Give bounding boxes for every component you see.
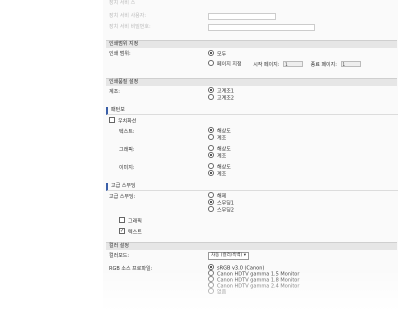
radio-icon	[208, 60, 214, 66]
option-label: 해상도	[217, 146, 231, 153]
graphic-gradation-radio[interactable]: 계조	[208, 152, 227, 160]
radio-selected-icon	[208, 170, 214, 176]
device-user-input[interactable]	[208, 13, 276, 20]
option-label: 계조	[217, 135, 227, 142]
print-settings-panel: 장치 서비 스 장치 서비 사용자: 장치 서비 비밀번호: 인쇄범위 지정 인…	[103, 0, 398, 309]
image-gradation-radio[interactable]: 계조	[208, 170, 227, 178]
quality-section-header: 인쇄품질 설정	[106, 78, 397, 86]
end-page-input[interactable]: 1	[340, 61, 361, 67]
range-all-radio[interactable]: 모두	[208, 50, 227, 58]
smoothing-checkbox[interactable]: 우치화선	[109, 117, 137, 125]
radio-icon	[208, 94, 214, 100]
option-label: 계조	[217, 153, 227, 160]
range-all-label: 모두	[217, 51, 227, 58]
text-checkbox[interactable]: ✓ 텍스트	[119, 228, 142, 236]
option-label: 해제	[217, 193, 227, 200]
radio-icon	[208, 134, 214, 140]
option-label: 없음	[217, 289, 227, 296]
radio-selected-icon	[208, 152, 214, 158]
radio-icon	[208, 206, 214, 212]
advanced-smoothing-subsection-header: 고급 스무딩	[106, 183, 398, 191]
option-label: 해상도	[217, 128, 231, 135]
device-user-label: 장치 서비 사용자:	[109, 13, 147, 19]
range-pages-label: 페이지 지정	[217, 61, 242, 68]
start-page-label: 시작 페이지:	[253, 61, 280, 68]
device-password-input[interactable]	[208, 24, 315, 31]
start-page-input[interactable]: 1	[283, 61, 304, 67]
graphic-checkbox[interactable]: 그래픽	[119, 217, 142, 225]
option-label: 스무딩1	[217, 200, 234, 207]
gradation-label: 계조:	[109, 89, 120, 95]
advanced-smoothing2-radio[interactable]: 스무딩2	[208, 206, 234, 214]
radio-icon	[208, 288, 214, 294]
device-password-label: 장치 서비 비밀번호:	[109, 24, 151, 30]
advanced-smoothing-label: 고급 스무딩:	[109, 194, 136, 200]
start-page-value: 1	[285, 62, 288, 67]
print-range-section-header: 인쇄범위 지정	[106, 40, 397, 48]
text-checkbox-label: 텍스트	[128, 229, 142, 236]
graphic-label: 그래픽:	[119, 147, 135, 153]
advanced-smoothing1-radio[interactable]: 스무딩1	[208, 199, 234, 207]
chevron-down-icon: ▾	[243, 253, 247, 258]
end-page-label: 종료 페이지:	[310, 61, 337, 68]
gradation-1-radio[interactable]: 고계조1	[208, 87, 234, 95]
color-mode-value: 자동 (컬러/흑백)	[211, 253, 243, 258]
radio-icon	[208, 145, 214, 151]
color-section-header: 컬러 설정	[106, 242, 397, 250]
option-label: Canon HDTV gamma 2.4 Monitor	[217, 283, 300, 290]
text-gradation-radio[interactable]: 계조	[208, 134, 227, 142]
text-label: 텍스트:	[119, 129, 135, 135]
checkbox-checked-icon: ✓	[119, 228, 125, 234]
rgb-source-label: RGB 소스 프로파일:	[109, 266, 153, 272]
range-pages-radio[interactable]: 페이지 지정 시작 페이지: 1 종료 페이지: 1	[208, 60, 361, 68]
rgb-none-radio[interactable]: 없음	[208, 288, 227, 296]
color-mode-select[interactable]: 자동 (컬러/흑백) ▾	[208, 252, 250, 260]
checkbox-icon	[119, 217, 125, 223]
faded-label: 장치 서비 스	[109, 0, 136, 6]
option-label: 계조	[217, 171, 227, 178]
checkbox-icon	[109, 117, 115, 123]
color-mode-label: 컬러모드:	[109, 253, 130, 259]
gradation-2-radio[interactable]: 고계조2	[208, 94, 234, 102]
top-faded-row: 장치 서비 스	[109, 0, 135, 7]
radio-selected-icon	[208, 50, 214, 56]
option-label: 스무딩2	[217, 207, 234, 214]
print-range-label: 인쇄 범위:	[109, 51, 131, 57]
option-label: 해상도	[217, 164, 231, 171]
radio-icon	[208, 192, 214, 198]
end-page-value: 1	[342, 62, 346, 67]
radio-selected-icon	[208, 87, 214, 93]
smoothing-subsection-header: 패턴보	[106, 107, 398, 115]
radio-selected-icon	[208, 199, 214, 205]
radio-selected-icon	[208, 127, 214, 133]
smoothing-checkbox-label: 우치화선	[118, 118, 137, 125]
graphic-checkbox-label: 그래픽	[128, 218, 142, 225]
gradation-2-label: 고계조2	[217, 95, 234, 102]
image-label: 이미지:	[119, 165, 135, 171]
gradation-1-label: 고계조1	[217, 88, 234, 95]
radio-icon	[208, 163, 214, 169]
